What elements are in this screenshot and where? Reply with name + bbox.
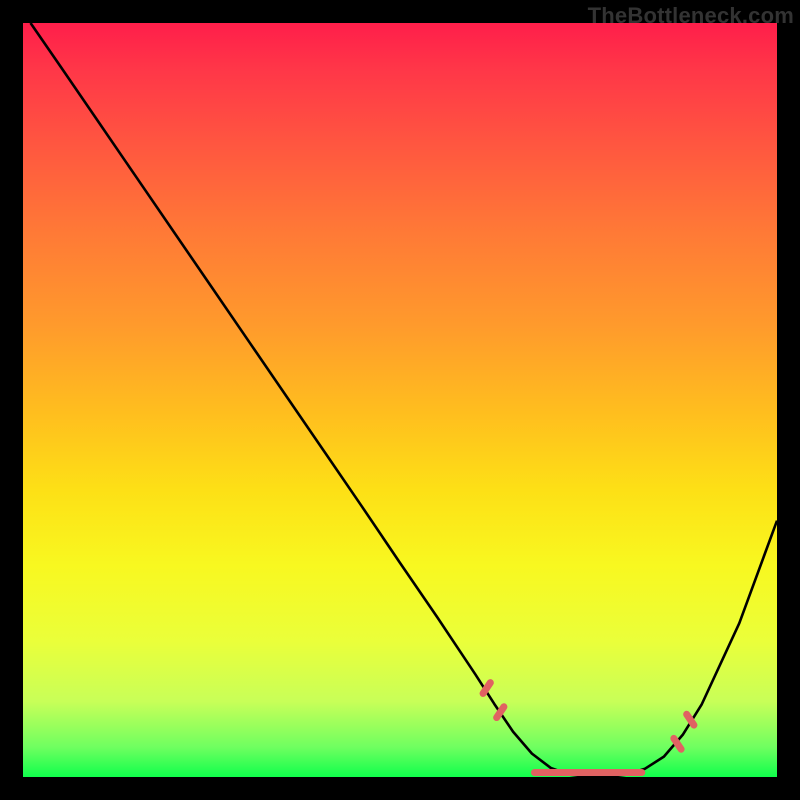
plot-area (23, 23, 777, 777)
optimal-marker (483, 683, 490, 694)
watermark-text: TheBottleneck.com (588, 3, 794, 29)
optimal-marker (674, 738, 681, 749)
chart-svg (23, 23, 777, 777)
optimal-marker (687, 714, 694, 725)
bottleneck-curve (31, 23, 777, 777)
